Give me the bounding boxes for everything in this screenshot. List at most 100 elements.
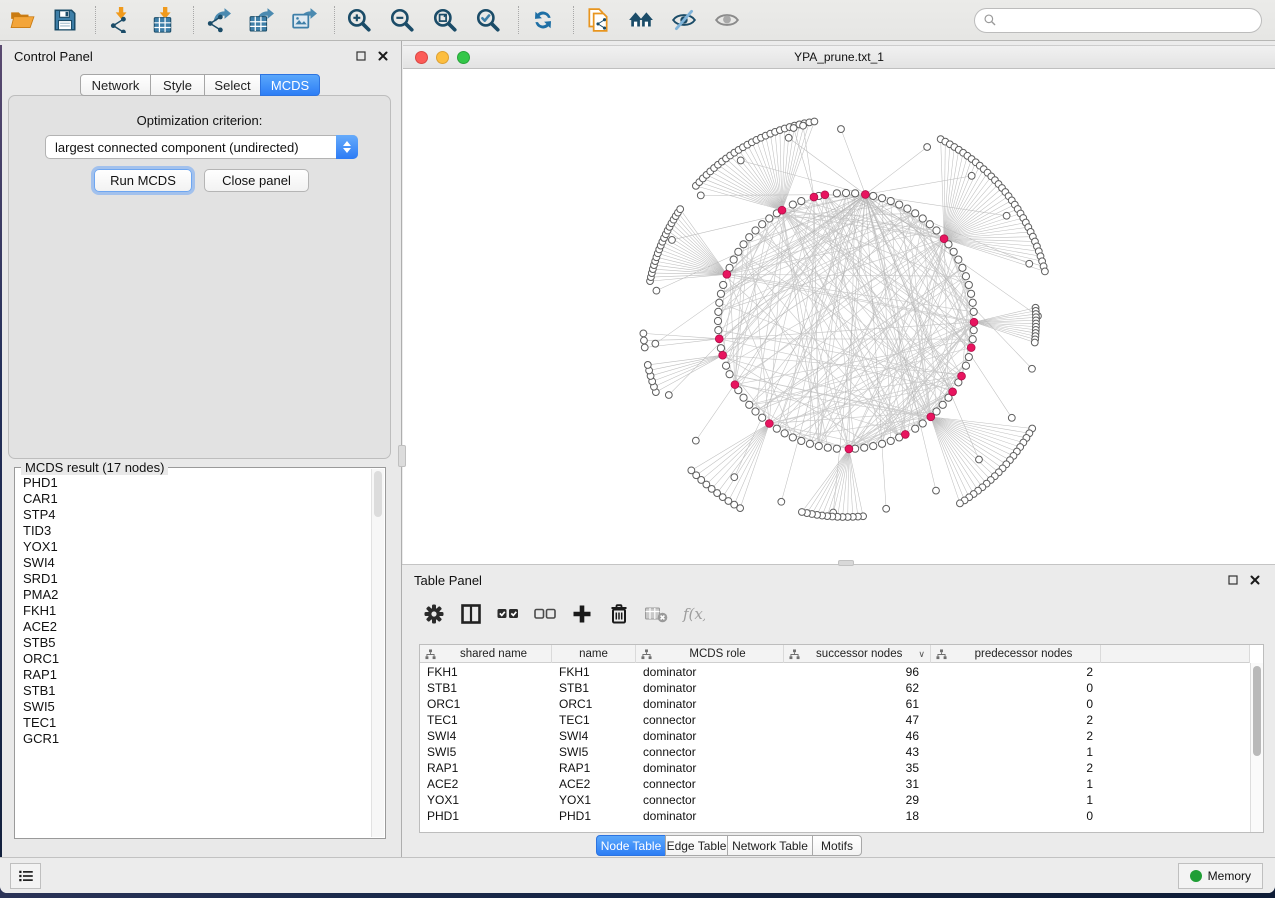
- zoom-selected-button[interactable]: [473, 5, 503, 35]
- network-canvas[interactable]: [403, 69, 1275, 564]
- graph-node[interactable]: [798, 437, 805, 444]
- task-history-button[interactable]: [10, 863, 41, 889]
- mcds-node[interactable]: [715, 335, 723, 343]
- leaf-node[interactable]: [697, 192, 704, 199]
- leaf-node[interactable]: [790, 125, 797, 132]
- graph-node[interactable]: [746, 401, 753, 408]
- mcds-result-list[interactable]: PHD1CAR1STP4TID3YOX1SWI4SRD1PMA2FKH1ACE2…: [15, 471, 371, 836]
- leaf-node[interactable]: [653, 287, 660, 294]
- mcds-node[interactable]: [810, 193, 818, 201]
- graph-node[interactable]: [939, 401, 946, 408]
- column-header-predecessor-nodes[interactable]: predecessor nodes: [931, 645, 1101, 663]
- table-row[interactable]: ACE2ACE2connector311: [420, 776, 1250, 792]
- leaf-node[interactable]: [692, 437, 699, 444]
- import-table-button[interactable]: [148, 5, 178, 35]
- table-row[interactable]: TEC1TEC1connector472: [420, 712, 1250, 728]
- memory-button[interactable]: Memory: [1178, 863, 1263, 889]
- graph-node[interactable]: [896, 201, 903, 208]
- graph-node[interactable]: [726, 371, 733, 378]
- tab-network[interactable]: Network: [80, 74, 151, 96]
- tab-select[interactable]: Select: [204, 74, 261, 96]
- leaf-node[interactable]: [968, 172, 975, 179]
- graph-node[interactable]: [887, 437, 894, 444]
- mcds-node[interactable]: [861, 191, 869, 199]
- mcds-node[interactable]: [970, 318, 978, 326]
- export-network-button[interactable]: [203, 5, 233, 35]
- graph-node[interactable]: [870, 442, 877, 449]
- graph-node[interactable]: [720, 281, 727, 288]
- close-table-panel-button[interactable]: [1248, 573, 1261, 586]
- leaf-node[interactable]: [669, 237, 676, 244]
- graph-node[interactable]: [781, 430, 788, 437]
- mcds-node[interactable]: [901, 431, 909, 439]
- mcds-node[interactable]: [949, 388, 957, 396]
- table-row[interactable]: SWI5SWI5connector431: [420, 744, 1250, 760]
- leaf-node[interactable]: [799, 509, 806, 516]
- leaf-node[interactable]: [688, 467, 695, 474]
- column-header-shared-name[interactable]: shared name: [420, 645, 552, 663]
- graph-node[interactable]: [969, 336, 976, 343]
- leaf-node[interactable]: [1029, 365, 1036, 372]
- zoom-in-button[interactable]: [344, 5, 374, 35]
- scrollbar-thumb[interactable]: [374, 471, 382, 517]
- mcds-result-item[interactable]: PHD1: [23, 475, 371, 491]
- table-row[interactable]: RAP1RAP1dominator352: [420, 760, 1250, 776]
- graph-node[interactable]: [717, 290, 724, 297]
- mcds-node[interactable]: [958, 372, 966, 380]
- mcds-node[interactable]: [778, 206, 786, 214]
- search-box[interactable]: [974, 8, 1262, 33]
- graph-node[interactable]: [815, 442, 822, 449]
- leaf-node[interactable]: [731, 474, 738, 481]
- leaf-node[interactable]: [1042, 268, 1049, 275]
- mcds-result-item[interactable]: TID3: [23, 523, 371, 539]
- mcds-result-item[interactable]: STP4: [23, 507, 371, 523]
- graph-node[interactable]: [740, 241, 747, 248]
- graph-node[interactable]: [806, 440, 813, 447]
- graph-node[interactable]: [959, 264, 966, 271]
- graph-node[interactable]: [735, 248, 742, 255]
- graph-node[interactable]: [912, 425, 919, 432]
- leaf-node[interactable]: [644, 362, 651, 369]
- graph-node[interactable]: [759, 221, 766, 228]
- graph-node[interactable]: [833, 445, 840, 452]
- mcds-node[interactable]: [927, 413, 935, 421]
- vertical-splitter-grip[interactable]: [398, 445, 406, 467]
- zoom-fit-button[interactable]: [430, 5, 460, 35]
- leaf-node[interactable]: [737, 157, 744, 164]
- zoom-out-button[interactable]: [387, 5, 417, 35]
- graph-node[interactable]: [714, 317, 721, 324]
- export-image-button[interactable]: [289, 5, 319, 35]
- graph-node[interactable]: [717, 345, 724, 352]
- graph-node[interactable]: [969, 299, 976, 306]
- mcds-result-item[interactable]: FKH1: [23, 603, 371, 619]
- graph-node[interactable]: [912, 210, 919, 217]
- import-network-button[interactable]: [105, 5, 135, 35]
- mcds-result-item[interactable]: SRD1: [23, 571, 371, 587]
- tab-network-table[interactable]: Network Table: [727, 835, 813, 856]
- float-table-panel-button[interactable]: [1226, 573, 1239, 586]
- mcds-node[interactable]: [940, 235, 948, 243]
- graph-node[interactable]: [722, 362, 729, 369]
- leaf-node[interactable]: [1008, 414, 1015, 421]
- mcds-result-item[interactable]: PMA2: [23, 587, 371, 603]
- graph-node[interactable]: [746, 234, 753, 241]
- mcds-node[interactable]: [731, 381, 739, 389]
- leaf-node[interactable]: [1003, 212, 1010, 219]
- graph-node[interactable]: [861, 444, 868, 451]
- table-row[interactable]: FKH1FKH1dominator962: [420, 664, 1250, 680]
- graph-node[interactable]: [789, 201, 796, 208]
- mcds-result-item[interactable]: CAR1: [23, 491, 371, 507]
- column-header-name[interactable]: name: [552, 645, 636, 663]
- tab-mcds[interactable]: MCDS: [260, 74, 320, 96]
- graph-node[interactable]: [878, 195, 885, 202]
- leaf-node[interactable]: [665, 392, 672, 399]
- graph-node[interactable]: [965, 353, 972, 360]
- hide-selected-button[interactable]: [669, 5, 699, 35]
- tab-edge-table[interactable]: Edge Table: [665, 835, 728, 856]
- leaf-node[interactable]: [811, 118, 818, 125]
- table-row[interactable]: YOX1YOX1connector291: [420, 792, 1250, 808]
- graph-node[interactable]: [752, 408, 759, 415]
- close-panel-action-button[interactable]: Close panel: [204, 169, 309, 192]
- mcds-node[interactable]: [967, 344, 975, 352]
- leaf-node[interactable]: [883, 505, 890, 512]
